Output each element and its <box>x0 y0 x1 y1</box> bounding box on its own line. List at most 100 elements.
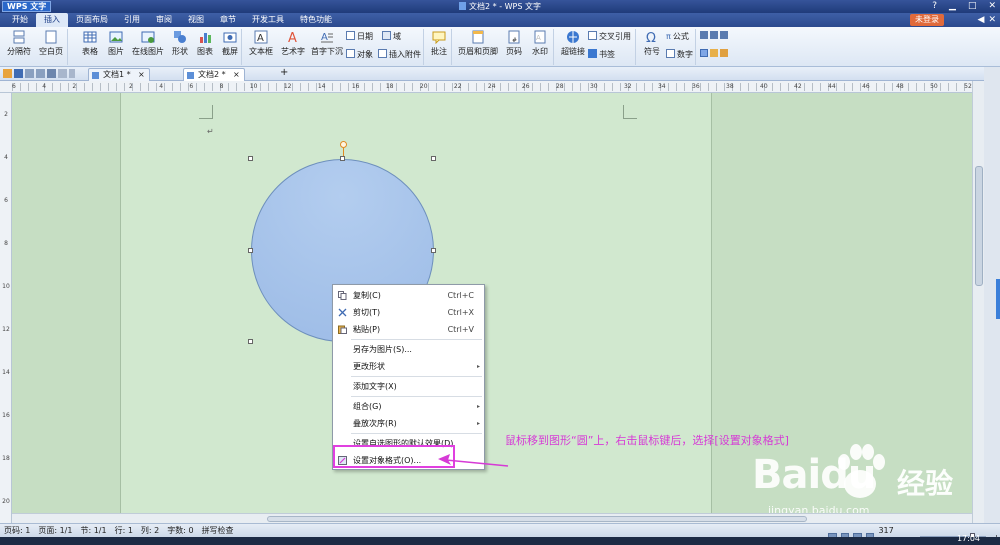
close-tab-icon[interactable]: × <box>233 69 240 81</box>
header-footer-button[interactable]: 页眉和页脚 <box>456 29 500 57</box>
online-picture-button[interactable]: 在线图片 <box>130 29 166 57</box>
menu-separator <box>351 396 482 397</box>
lock-icon[interactable] <box>720 49 728 57</box>
resize-handle-top-left[interactable] <box>248 156 253 161</box>
undo-icon[interactable] <box>47 69 56 78</box>
chart-button[interactable]: 图表 <box>194 29 216 57</box>
ribbon-group-comment: 批注 <box>426 29 452 65</box>
object-button[interactable]: 对象 <box>346 49 373 60</box>
page-number-button[interactable]: # 页码 <box>502 29 526 57</box>
redo-icon[interactable] <box>58 69 67 78</box>
save-icon[interactable] <box>14 69 23 78</box>
print-icon[interactable] <box>25 69 34 78</box>
shapes-button[interactable]: 形状 <box>168 29 192 57</box>
tab-features[interactable]: 特色功能 <box>292 13 340 27</box>
number-button[interactable]: 数字 <box>666 49 693 60</box>
drop-cap-button[interactable]: A 首字下沉 <box>310 29 344 57</box>
vertical-scrollbar[interactable] <box>972 81 984 523</box>
rotate-handle[interactable] <box>340 141 347 148</box>
tab-chapter[interactable]: 章节 <box>212 13 244 27</box>
open-folder-icon[interactable] <box>3 69 12 78</box>
vertical-ruler-number: 4 <box>4 154 8 161</box>
side-panel-tab[interactable] <box>996 279 1000 319</box>
formula-button[interactable]: π 公式 <box>666 31 689 42</box>
tab-view[interactable]: 视图 <box>180 13 212 27</box>
menu-item-copy[interactable]: 复制(C) Ctrl+C <box>333 287 484 304</box>
svg-text:A: A <box>536 34 541 42</box>
screenshot-button[interactable]: 截屏 <box>218 29 242 57</box>
comment-label: 批注 <box>431 47 447 56</box>
print-preview-icon[interactable] <box>36 69 45 78</box>
doc-tab-1[interactable]: 文档1 * × <box>88 68 150 81</box>
help-icon[interactable]: ? <box>932 0 937 13</box>
watermark-button[interactable]: A 水印 <box>528 29 552 57</box>
status-column: 列: 2 <box>140 526 160 535</box>
right-side-panel <box>984 67 1000 523</box>
close-doc-icon[interactable]: ✕ <box>988 14 996 26</box>
menu-item-copy-shortcut: Ctrl+C <box>447 291 474 300</box>
page-break-label: 分隔符 <box>7 47 31 56</box>
menu-item-add-text[interactable]: 添加文字(X) <box>333 378 484 395</box>
ruler-number: 2 <box>128 83 133 90</box>
maximize-button[interactable]: □ <box>968 0 977 13</box>
tab-insert[interactable]: 插入 <box>36 13 68 27</box>
select-icon[interactable] <box>700 49 708 57</box>
menu-item-order[interactable]: 叠放次序(R) ▸ <box>333 415 484 432</box>
window-controls: ? ▁ □ ✕ <box>932 0 996 13</box>
menu-item-change-shape[interactable]: 更改形状 ▸ <box>333 358 484 375</box>
vertical-ruler-number: 2 <box>4 111 8 118</box>
layout-icon-3[interactable] <box>720 31 728 39</box>
comment-button[interactable]: 批注 <box>427 29 451 57</box>
menu-item-save-as-picture[interactable]: 另存为图片(S)... <box>333 341 484 358</box>
insert-attachment-button[interactable]: 插入附件 <box>378 49 421 60</box>
new-tab-button[interactable]: + <box>280 67 288 78</box>
hyperlink-button[interactable]: 超链接 <box>560 29 586 57</box>
tab-home[interactable]: 开始 <box>4 13 36 27</box>
cross-ref-button[interactable]: 交叉引用 <box>588 31 631 42</box>
resize-handle-top[interactable] <box>340 156 345 161</box>
customize-qa-icon[interactable] <box>69 69 75 78</box>
close-tab-icon[interactable]: × <box>138 69 145 81</box>
vertical-ruler-numbers: 2 4 6 8 10 12 14 16 18 20 <box>0 93 12 523</box>
page-break-button[interactable]: 分隔符 <box>4 29 34 57</box>
pen-icon[interactable] <box>710 49 718 57</box>
menu-item-paste-label: 粘贴(P) <box>353 325 381 334</box>
close-window-button[interactable]: ✕ <box>988 0 996 13</box>
ruler-number: 40 <box>760 83 768 90</box>
doc-tab-2[interactable]: 文档2 * × <box>183 68 245 81</box>
resize-handle-left[interactable] <box>248 248 253 253</box>
menu-item-cut[interactable]: 剪切(T) Ctrl+X <box>333 304 484 321</box>
collapse-ribbon-icon[interactable]: ◀ <box>978 14 985 26</box>
field-button[interactable]: 域 <box>382 31 401 42</box>
screenshot-icon <box>223 32 237 43</box>
horizontal-scrollbar-thumb[interactable] <box>267 516 807 522</box>
tab-references[interactable]: 引用 <box>116 13 148 27</box>
layout-icon-2[interactable] <box>710 31 718 39</box>
textbox-button[interactable]: A 文本框 <box>246 29 276 57</box>
vertical-scrollbar-thumb[interactable] <box>975 166 983 286</box>
horizontal-scrollbar[interactable] <box>12 513 972 523</box>
tab-developer[interactable]: 开发工具 <box>244 13 292 27</box>
resize-handle-top-right[interactable] <box>431 156 436 161</box>
picture-button[interactable]: 图片 <box>104 29 128 57</box>
menu-item-add-text-label: 添加文字(X) <box>353 382 397 391</box>
resize-handle-right[interactable] <box>431 248 436 253</box>
date-button[interactable]: 日期 <box>346 31 373 42</box>
chart-label: 图表 <box>197 47 213 56</box>
menu-item-paste[interactable]: 粘贴(P) Ctrl+V <box>333 321 484 338</box>
bookmark-button[interactable]: 书签 <box>588 49 615 60</box>
login-button[interactable]: 未登录 <box>910 14 944 26</box>
tab-review[interactable]: 审阅 <box>148 13 180 27</box>
symbol-button[interactable]: Ω 符号 <box>640 29 664 57</box>
annotation-arrow <box>438 454 509 467</box>
table-button[interactable]: 表格 <box>78 29 102 57</box>
minimize-button[interactable]: ▁ <box>949 0 956 13</box>
blank-page-button[interactable]: 空白页 <box>36 29 66 57</box>
spell-check-button[interactable]: 拼写检查 <box>202 524 234 537</box>
art-text-button[interactable]: A 艺术字 <box>278 29 308 57</box>
menu-item-group[interactable]: 组合(G) ▸ <box>333 398 484 415</box>
layout-icon-1[interactable] <box>700 31 708 39</box>
doc-tab-1-label: 文档1 * <box>103 70 131 79</box>
tab-page-layout[interactable]: 页面布局 <box>68 13 116 27</box>
resize-handle-bottom-left[interactable] <box>248 339 253 344</box>
